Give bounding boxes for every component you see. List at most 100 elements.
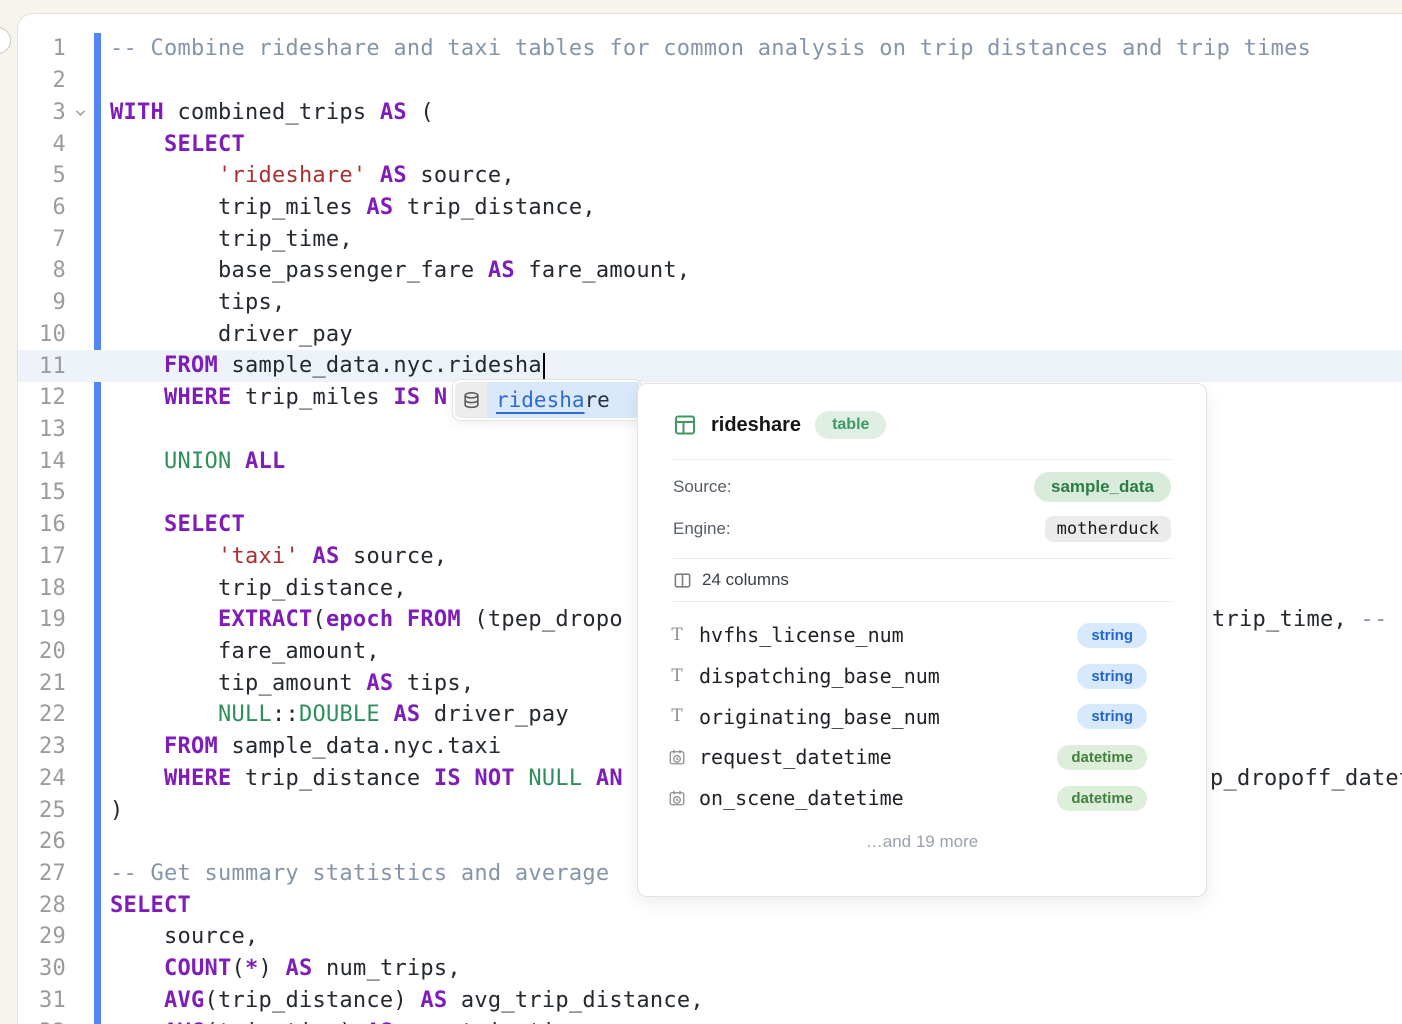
code-token: AS bbox=[366, 1020, 393, 1024]
code-token bbox=[110, 956, 164, 981]
column-type-badge: string bbox=[1077, 704, 1147, 729]
code-line[interactable]: 10 driver_pay bbox=[18, 318, 1402, 350]
code-token: N bbox=[434, 385, 448, 410]
code-line[interactable]: 11 FROM sample_data.nyc.ridesha bbox=[18, 350, 1402, 382]
code-line[interactable]: 2 bbox=[18, 65, 1402, 97]
code-token: AN bbox=[596, 766, 623, 791]
code-text: FROM sample_data.nyc.taxi bbox=[94, 734, 501, 759]
column-type-badge: string bbox=[1077, 664, 1147, 689]
code-token bbox=[380, 702, 394, 727]
autocomplete-item-rideshare[interactable]: rideshare bbox=[487, 382, 639, 418]
field-row: Engine:motherduck bbox=[673, 508, 1171, 550]
code-token: -- bbox=[1360, 607, 1387, 632]
fold-chevron-icon[interactable] bbox=[66, 106, 94, 119]
code-token: IS bbox=[434, 766, 461, 791]
code-token bbox=[420, 385, 434, 410]
code-text: FROM sample_data.nyc.ridesha bbox=[94, 353, 545, 379]
popup-fields: Source:sample_dataEngine:motherduck bbox=[638, 460, 1206, 550]
code-token bbox=[110, 766, 164, 791]
code-token: avg_trip_distance, bbox=[447, 988, 703, 1013]
code-token: source, bbox=[407, 163, 515, 188]
code-token bbox=[582, 766, 596, 791]
code-line[interactable]: 1-- Combine rideshare and taxi tables fo… bbox=[18, 33, 1402, 65]
line-number: 15 bbox=[18, 480, 66, 505]
code-token: ( bbox=[231, 956, 245, 981]
code-token: SELECT bbox=[164, 512, 245, 537]
code-token: AS bbox=[312, 544, 339, 569]
code-token: AVG bbox=[164, 988, 205, 1013]
code-line[interactable]: 31 AVG(trip_distance) AS avg_trip_distan… bbox=[18, 985, 1402, 1017]
line-number: 28 bbox=[18, 893, 66, 918]
code-token bbox=[110, 353, 164, 378]
code-text: tip_amount AS tips, bbox=[94, 671, 474, 696]
code-token: FROM bbox=[164, 353, 218, 378]
sql-editor-screen: 1-- Combine rideshare and taxi tables fo… bbox=[0, 0, 1402, 1024]
code-line[interactable]: 3WITH combined_trips AS ( bbox=[18, 96, 1402, 128]
code-token: combined_trips bbox=[164, 100, 380, 125]
code-text: base_passenger_fare AS fare_amount, bbox=[94, 258, 690, 283]
column-row: Toriginating_base_numstring bbox=[668, 696, 1147, 737]
code-token: SELECT bbox=[110, 893, 191, 918]
columns-count-row: 24 columns bbox=[638, 559, 1206, 601]
code-token: driver_pay bbox=[420, 702, 568, 727]
calendar-clock-icon bbox=[668, 789, 686, 807]
line-number: 30 bbox=[18, 956, 66, 981]
partial-button[interactable] bbox=[0, 27, 11, 54]
column-name: hvfhs_license_num bbox=[699, 623, 1064, 647]
column-name: on_scene_datetime bbox=[699, 786, 1044, 810]
line-number: 26 bbox=[18, 829, 66, 854]
columns-icon bbox=[673, 571, 692, 590]
code-line[interactable]: 30 COUNT(*) AS num_trips, bbox=[18, 953, 1402, 985]
code-token: FROM bbox=[164, 734, 218, 759]
line-number: 13 bbox=[18, 417, 66, 442]
code-token: FROM bbox=[407, 607, 461, 632]
code-token: fare_amount, bbox=[110, 639, 380, 664]
line-number: 11 bbox=[18, 354, 66, 379]
line-number: 31 bbox=[18, 988, 66, 1013]
code-token bbox=[515, 766, 529, 791]
code-token: fare_amount, bbox=[515, 258, 690, 283]
field-value-badge: motherduck bbox=[1045, 516, 1171, 542]
code-token: p_dropoff_datet bbox=[1210, 766, 1402, 791]
code-token bbox=[461, 766, 475, 791]
code-fragment: trip_time, -- bbox=[1212, 604, 1387, 636]
code-token: NOT bbox=[474, 766, 515, 791]
column-type-badge: datetime bbox=[1057, 745, 1147, 770]
autocomplete-rest-text: re bbox=[585, 388, 610, 412]
table-title: rideshare bbox=[711, 414, 801, 437]
code-fragment: p_dropoff_datet bbox=[1210, 763, 1402, 795]
code-line[interactable]: 4 SELECT bbox=[18, 128, 1402, 160]
code-token: -- Combine rideshare and taxi tables for… bbox=[110, 36, 1311, 61]
code-token: trip_miles bbox=[110, 195, 366, 220]
column-row: on_scene_datetimedatetime bbox=[668, 778, 1147, 819]
code-line[interactable]: 7 trip_time, bbox=[18, 223, 1402, 255]
code-token: AS bbox=[380, 163, 407, 188]
autocomplete-match-text: ridesha bbox=[496, 388, 585, 412]
code-line[interactable]: 29 source, bbox=[18, 921, 1402, 953]
code-token: (tpep_dropo bbox=[461, 607, 623, 632]
line-number: 2 bbox=[18, 68, 66, 93]
code-token bbox=[110, 607, 218, 632]
code-token: EXTRACT bbox=[218, 607, 312, 632]
code-token: trip_miles bbox=[231, 385, 393, 410]
code-token: trip_distance, bbox=[393, 195, 595, 220]
code-text: driver_pay bbox=[94, 322, 353, 347]
code-token bbox=[110, 132, 164, 157]
code-text: EXTRACT(epoch FROM (tpep_dropo bbox=[94, 607, 623, 632]
line-number: 4 bbox=[18, 132, 66, 157]
more-columns-label: …and 19 more bbox=[638, 832, 1206, 852]
code-token: sample_data.nyc.ridesha bbox=[218, 353, 542, 378]
code-line[interactable]: 5 'rideshare' AS source, bbox=[18, 160, 1402, 192]
code-token: tips, bbox=[393, 671, 474, 696]
code-line[interactable]: 8 base_passenger_fare AS fare_amount, bbox=[18, 255, 1402, 287]
code-text: WHERE trip_miles IS N bbox=[94, 385, 447, 410]
code-token: AVG bbox=[164, 1020, 205, 1024]
line-number: 21 bbox=[18, 671, 66, 696]
code-line[interactable]: 6 trip_miles AS trip_distance, bbox=[18, 192, 1402, 224]
code-token: WITH bbox=[110, 100, 164, 125]
code-line[interactable]: 9 tips, bbox=[18, 287, 1402, 319]
code-text: AVG(trip_time) AS avg_trip_time, bbox=[94, 1020, 596, 1024]
code-text: WITH combined_trips AS ( bbox=[94, 100, 434, 125]
code-line[interactable]: 32 AVG(trip_time) AS avg_trip_time, bbox=[18, 1016, 1402, 1024]
code-token: avg_trip_time, bbox=[393, 1020, 595, 1024]
